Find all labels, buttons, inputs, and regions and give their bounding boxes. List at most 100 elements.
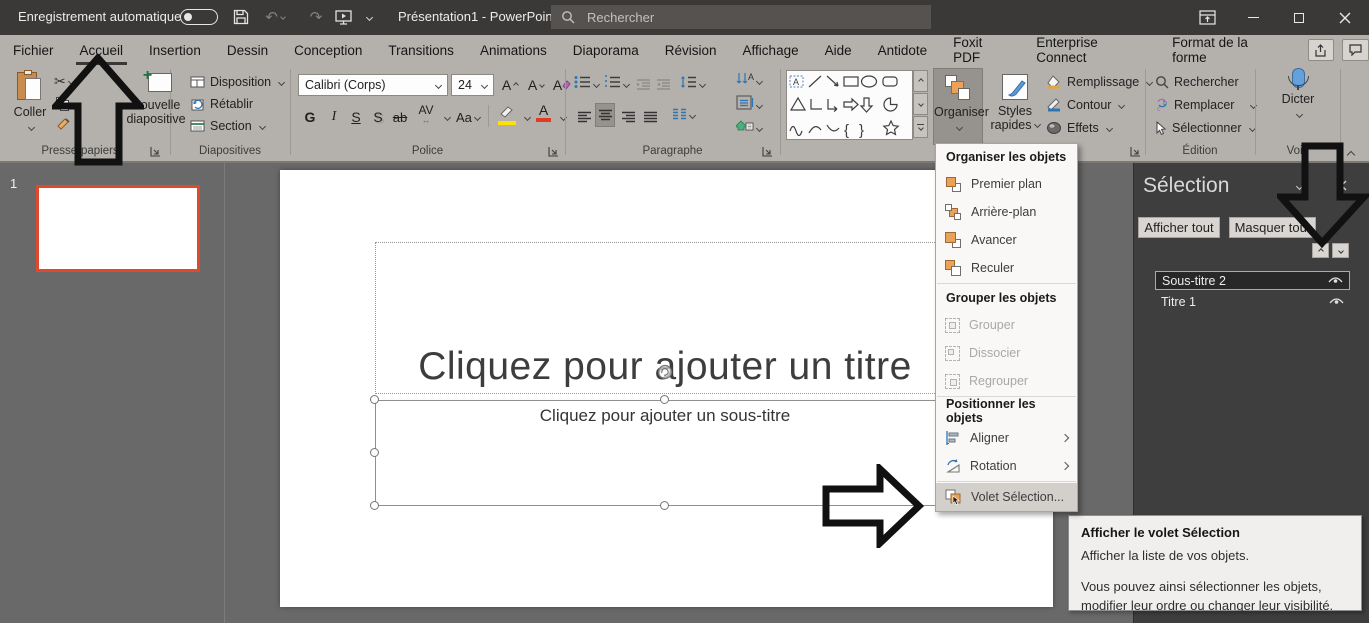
rotate-handle[interactable] <box>657 364 673 380</box>
undo-button[interactable]: ↶ <box>262 4 288 30</box>
search-box[interactable] <box>551 5 931 29</box>
quick-styles-button[interactable]: Styles rapides <box>988 68 1042 145</box>
shapes-more-button[interactable] <box>913 116 928 138</box>
shrink-font-button[interactable]: A <box>526 73 546 97</box>
show-all-button[interactable]: Afficher tout <box>1138 217 1220 238</box>
increase-indent-button[interactable] <box>656 77 671 95</box>
visibility-eye-icon[interactable] <box>1328 276 1343 285</box>
numbering-button[interactable] <box>604 75 629 94</box>
arrange-button[interactable]: Organiser <box>933 68 983 145</box>
tab-transitions[interactable]: Transitions <box>375 35 467 65</box>
line-spacing-button[interactable] <box>680 75 705 94</box>
ribbon-display-options-button[interactable] <box>1184 0 1230 35</box>
font-color-button[interactable]: A <box>536 103 551 122</box>
close-button[interactable] <box>1322 0 1368 35</box>
layout-button[interactable]: Disposition <box>190 73 284 91</box>
pane-item-title[interactable]: Titre 1 <box>1155 292 1350 311</box>
change-case-button[interactable]: Aa <box>456 105 480 129</box>
menu-item-arriere-plan[interactable]: Arrière-plan <box>936 198 1077 226</box>
tab-insertion[interactable]: Insertion <box>136 35 214 65</box>
paste-button[interactable]: Coller <box>8 70 52 140</box>
menu-item-grouper[interactable]: Grouper <box>936 311 1077 339</box>
menu-item-rotation[interactable]: Rotation <box>936 452 1077 480</box>
resize-handle-bottom-center[interactable] <box>660 501 669 510</box>
pane-item-subtitle[interactable]: Sous-titre 2 <box>1155 271 1350 290</box>
quick-access-customize-button[interactable] <box>356 4 382 30</box>
autosave-toggle[interactable] <box>180 9 218 25</box>
visibility-eye-icon[interactable] <box>1329 297 1344 306</box>
align-text-button[interactable] <box>736 95 762 115</box>
menu-item-aligner[interactable]: Aligner <box>936 424 1077 452</box>
menu-item-dissocier[interactable]: Dissocier <box>936 339 1077 367</box>
shape-outline-button[interactable]: Contour <box>1046 96 1124 114</box>
menu-item-premier-plan[interactable]: Premier plan <box>936 170 1077 198</box>
tab-revision[interactable]: Révision <box>652 35 730 65</box>
menu-item-volet-selection[interactable]: Volet Sélection... <box>936 483 1077 511</box>
strikethrough-button[interactable]: ab <box>390 105 410 129</box>
columns-button[interactable] <box>672 107 695 125</box>
resize-handle-top-center[interactable] <box>660 395 669 404</box>
font-dialog-launcher[interactable] <box>548 146 559 157</box>
select-button[interactable]: Sélectionner <box>1155 119 1255 137</box>
text-shadow-button[interactable]: S <box>368 105 388 129</box>
tab-dessin[interactable]: Dessin <box>214 35 281 65</box>
highlight-dropdown-chevron[interactable] <box>524 114 531 121</box>
clipboard-dialog-launcher[interactable] <box>150 146 161 157</box>
text-direction-button[interactable]: A <box>736 71 762 91</box>
clear-formatting-button[interactable]: A <box>552 73 572 97</box>
spacing-dropdown-chevron[interactable] <box>444 114 451 121</box>
tab-diaporama[interactable]: Diaporama <box>560 35 652 65</box>
underline-button[interactable]: S <box>346 105 366 129</box>
align-right-button[interactable] <box>618 105 638 129</box>
tab-affichage[interactable]: Affichage <box>730 35 812 65</box>
italic-button[interactable]: I <box>324 105 344 129</box>
grow-font-button[interactable]: A <box>500 73 520 97</box>
resize-handle-bottom-left[interactable] <box>370 501 379 510</box>
resize-handle-top-left[interactable] <box>370 395 379 404</box>
tab-format-de-la-forme[interactable]: Format de la forme <box>1159 35 1293 65</box>
shapes-scroll-up-button[interactable] <box>913 70 928 92</box>
tab-foxit-pdf[interactable]: Foxit PDF <box>940 35 1023 65</box>
tab-aide[interactable]: Aide <box>812 35 865 65</box>
dictate-button[interactable]: Dicter <box>1270 68 1326 145</box>
decrease-indent-button[interactable] <box>636 77 651 95</box>
align-left-button[interactable] <box>574 105 594 129</box>
maximize-button[interactable] <box>1276 0 1322 35</box>
tab-antidote[interactable]: Antidote <box>865 35 941 65</box>
replace-button[interactable]: bc Remplacer <box>1155 96 1256 114</box>
slideshow-button[interactable] <box>330 4 356 30</box>
reset-slide-button[interactable]: Rétablir <box>190 95 253 113</box>
shapes-gallery[interactable]: A { } <box>786 70 913 140</box>
align-center-button[interactable] <box>595 103 615 127</box>
tab-animations[interactable]: Animations <box>467 35 560 65</box>
search-input[interactable] <box>585 9 885 26</box>
paragraph-dialog-launcher[interactable] <box>762 146 773 157</box>
save-button[interactable] <box>228 4 254 30</box>
tab-conception[interactable]: Conception <box>281 35 375 65</box>
tab-enterprise-connect[interactable]: Enterprise Connect <box>1023 35 1159 65</box>
find-button[interactable]: Rechercher <box>1155 73 1239 91</box>
shape-fill-button[interactable]: Remplissage <box>1046 73 1152 91</box>
comments-button[interactable] <box>1342 39 1369 61</box>
font-size-combobox[interactable]: 24 <box>451 74 494 96</box>
resize-handle-middle-left[interactable] <box>370 448 379 457</box>
character-spacing-button[interactable]: AV ↔ <box>416 103 436 127</box>
convert-smartart-button[interactable] <box>736 119 762 138</box>
highlight-color-button[interactable] <box>498 105 516 125</box>
menu-item-reculer[interactable]: Reculer <box>936 254 1077 282</box>
menu-item-regrouper[interactable]: Regrouper <box>936 367 1077 395</box>
share-button[interactable] <box>1308 39 1335 61</box>
minimize-button[interactable] <box>1230 0 1276 35</box>
justify-button[interactable] <box>640 105 660 129</box>
menu-item-avancer[interactable]: Avancer <box>936 226 1077 254</box>
section-button[interactable]: Section <box>190 117 265 135</box>
bold-button[interactable]: G <box>300 105 320 129</box>
slide-thumbnail-panel: 1 <box>0 163 225 623</box>
shapes-scroll-down-button[interactable] <box>913 93 928 115</box>
bullets-button[interactable] <box>574 75 599 94</box>
drawing-dialog-launcher[interactable] <box>1130 146 1141 157</box>
slide-thumbnail[interactable] <box>36 185 200 272</box>
shape-effects-button[interactable]: Effets <box>1046 119 1112 137</box>
redo-button[interactable]: ↷ <box>303 4 329 30</box>
font-name-combobox[interactable]: Calibri (Corps) <box>298 74 448 96</box>
